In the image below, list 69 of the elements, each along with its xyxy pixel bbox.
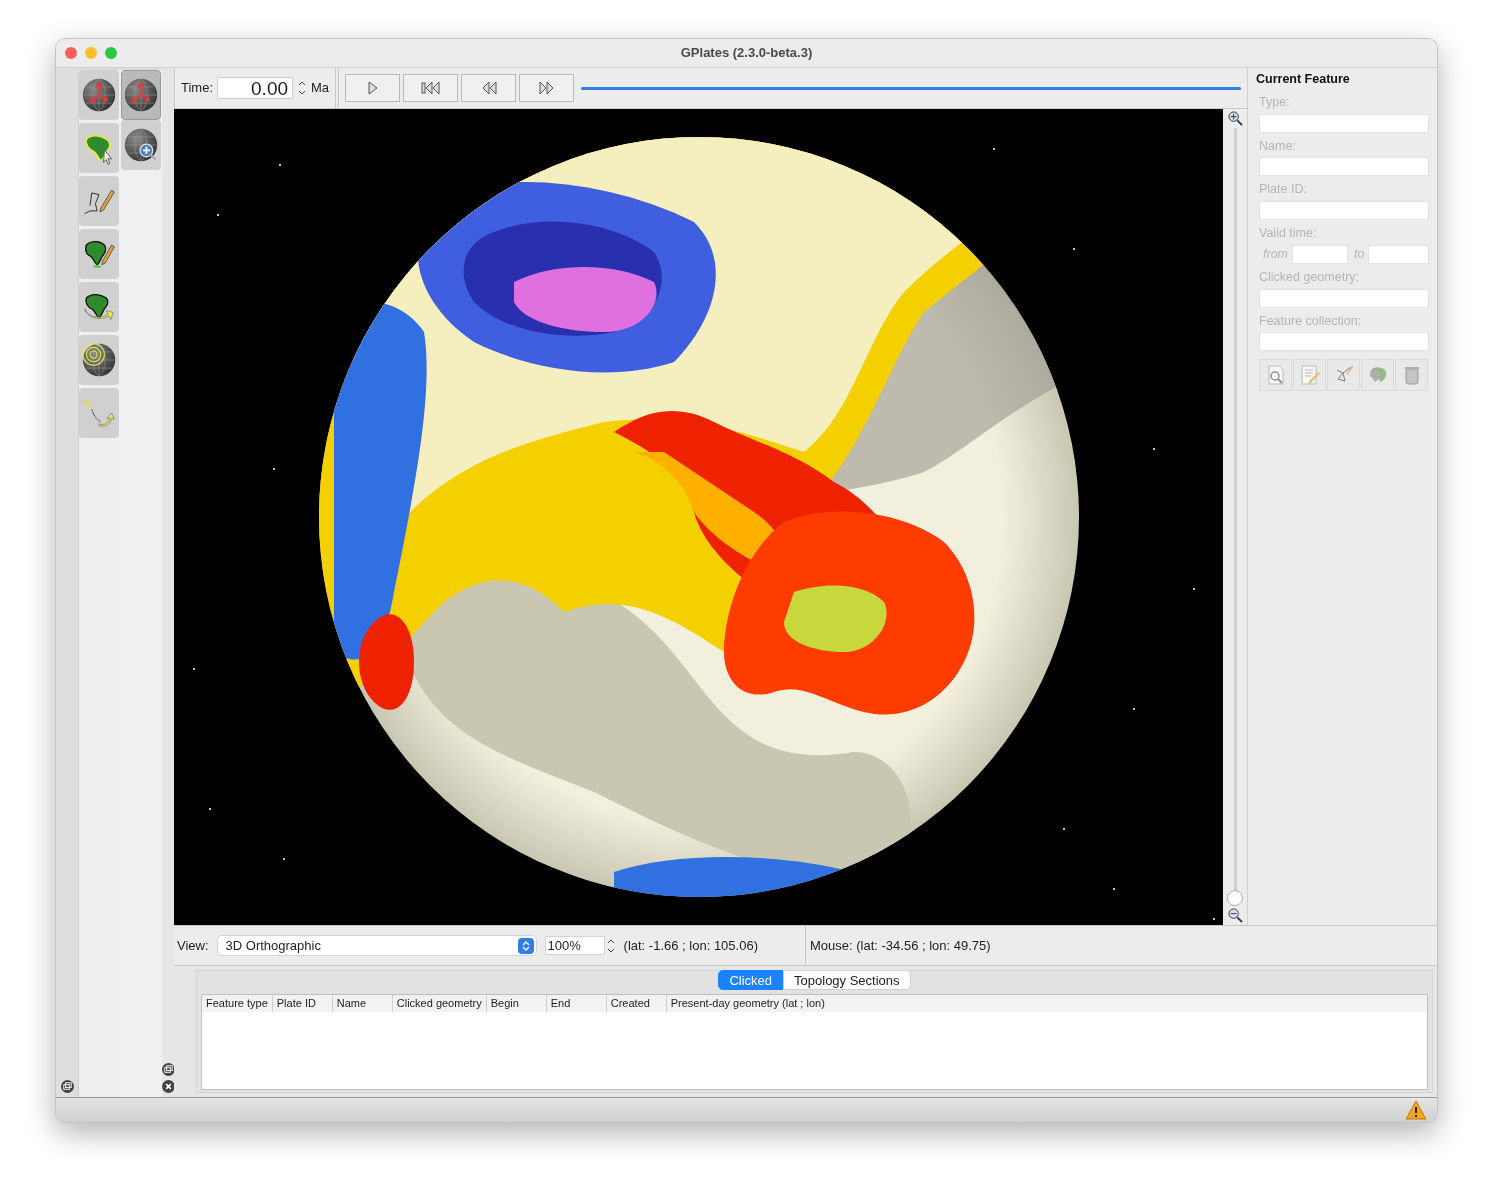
globe-rings-icon [81,342,117,378]
globe-magnifier-icon [123,127,159,163]
float-icon[interactable] [161,1063,175,1076]
globe-arrows-icon [81,77,117,113]
column-header[interactable]: Present-day geometry (lat ; lon) [665,995,829,1012]
float-icon[interactable] [60,1080,74,1093]
zoom-field[interactable]: 100% [544,936,605,955]
field-label: Name: [1259,137,1297,155]
time-field[interactable]: 0.00 [217,77,294,99]
field-label: Feature collection: [1259,312,1363,330]
maximize-button[interactable] [105,47,117,59]
delete-feature-button[interactable] [1395,359,1428,392]
field-label: Type: [1259,93,1291,111]
camera-coordinates: (lat: -1.66 ; lon: 105.06) [623,936,758,955]
column-header[interactable]: Created [605,995,666,1012]
tab[interactable]: Topology Sections [783,970,911,990]
document-pencil-icon [1298,364,1321,387]
zoom-in-icon[interactable] [1227,111,1243,126]
input-field[interactable] [1259,332,1429,352]
tool-button[interactable] [79,282,119,332]
column-header[interactable]: Clicked geometry [391,995,486,1012]
query-feature-button[interactable] [1259,359,1292,392]
step-forward-button[interactable] [519,74,575,102]
projection-dropdown[interactable]: 3D Orthographic [216,935,537,956]
dropdown-icon [517,937,534,954]
field-label: Valid time: [1259,225,1318,242]
tool-button[interactable] [79,229,119,279]
input-field[interactable] [1259,288,1429,308]
mouse-coordinates: Mouse: (lat: -34.56 ; lon: 49.75) [810,936,991,955]
zoom-out-icon[interactable] [1227,908,1243,923]
play-button[interactable] [345,74,401,102]
stepper-icon[interactable] [297,79,308,97]
tab[interactable]: Clicked [718,970,784,990]
input-field[interactable] [1292,244,1348,264]
close-button[interactable] [65,47,77,59]
rewind-start-icon [419,80,442,96]
view-label: View: [177,936,209,955]
slider-thumb[interactable] [1227,890,1243,906]
to-label: to [1353,245,1365,263]
column-header[interactable]: End [545,995,606,1012]
minimize-button[interactable] [85,47,97,59]
input-field[interactable] [1368,244,1429,264]
tool-button[interactable] [121,70,161,120]
column-header[interactable]: Name [331,995,392,1012]
column-header[interactable]: Feature type [202,995,272,1012]
geometry-feature-button[interactable] [1327,359,1360,392]
input-field[interactable] [1259,201,1429,220]
input-field[interactable] [1259,157,1429,177]
step-back-button[interactable] [461,74,517,102]
window-title: GPlates (2.3.0-beta.3) [680,44,813,63]
edit-feature-button[interactable] [1293,359,1326,392]
from-label: from [1262,245,1288,263]
zoom-slider[interactable] [1227,128,1243,906]
tool-button[interactable] [79,70,119,120]
close-icon[interactable] [161,1080,175,1093]
clone-feature-button[interactable] [1361,359,1394,392]
rewind-start-button[interactable] [403,74,459,102]
column-header[interactable]: Plate ID [271,995,332,1012]
tool-button[interactable] [79,335,119,385]
globe-arrows-icon [123,77,159,113]
time-unit: Ma [311,79,330,98]
field-label: Plate ID: [1259,181,1308,199]
panel-title: Current Feature [1256,71,1351,88]
column-header[interactable]: Begin [485,995,546,1012]
warning-icon[interactable] [1405,1100,1427,1120]
time-label: Time: [181,79,214,98]
field-label: Clicked geometry: [1259,268,1361,286]
tool-button[interactable] [121,120,161,170]
input-field[interactable] [1259,113,1429,133]
